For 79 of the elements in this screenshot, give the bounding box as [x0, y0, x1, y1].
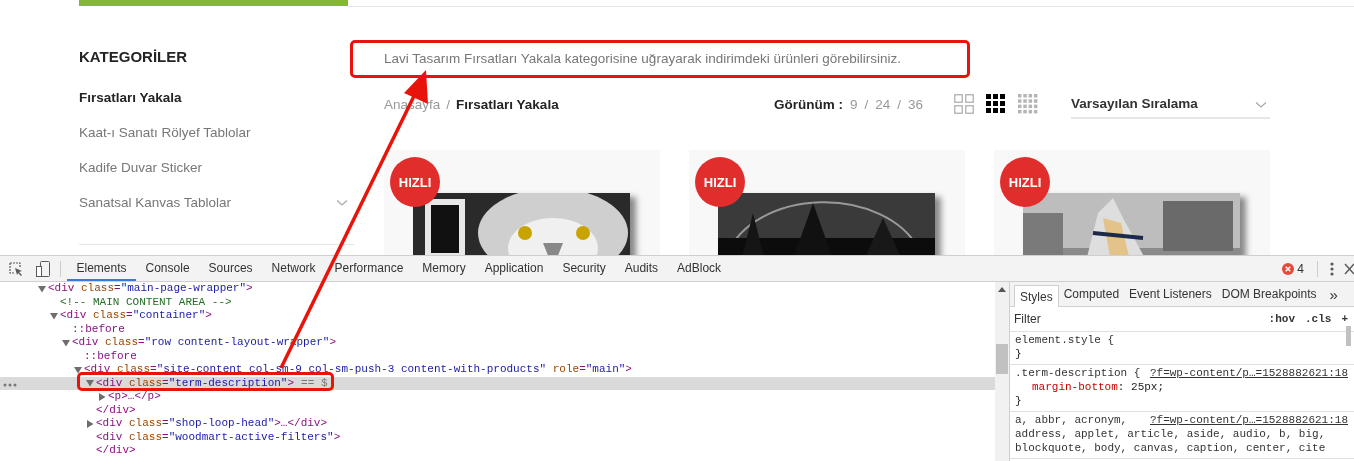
styles-tab[interactable]: Computed	[1058, 283, 1125, 305]
closing-brace: }	[1015, 394, 1023, 408]
css-declaration: margin-bottom: 25px;	[1031, 380, 1166, 394]
dom-node[interactable]: <div class="shop-loop-head">…</div>	[96, 417, 328, 431]
per-page-label: Görünüm :	[773, 96, 843, 112]
product-card[interactable]: HIZLI	[384, 150, 660, 255]
expanded-caret-icon[interactable]	[38, 284, 46, 293]
expanded-caret-icon[interactable]	[62, 338, 70, 347]
source-link[interactable]: ?f=wp-content/p…=1528882621:18	[1149, 413, 1348, 427]
category-link[interactable]: Kadife Duvar Sticker	[79, 160, 203, 175]
collapsed-caret-icon[interactable]	[98, 392, 106, 401]
product-badge: HIZLI	[695, 157, 745, 207]
devtools-tab[interactable]: Security	[552, 256, 616, 281]
more-options-icon[interactable]	[1330, 261, 1334, 276]
expanded-caret-icon[interactable]	[86, 379, 94, 388]
devtools-tab[interactable]: Sources	[199, 256, 263, 281]
sort-dropdown[interactable]: Varsayılan Sıralama	[1071, 89, 1270, 119]
more-tabs-button[interactable]: »	[1329, 285, 1338, 303]
dom-node[interactable]: ::before	[84, 349, 137, 363]
product-badge: HIZLI	[390, 157, 440, 207]
dom-node[interactable]: ::before	[72, 322, 125, 336]
dom-node[interactable]: <!-- MAIN CONTENT AREA -->	[60, 295, 232, 309]
css-selector: address, applet, article, aside, audio, b, big,	[1015, 427, 1326, 441]
styles-tab[interactable]: Event Listeners	[1124, 283, 1217, 305]
category-link[interactable]: Fırsatları Yakala	[79, 90, 182, 105]
devtools-tab[interactable]: Performance	[325, 256, 413, 281]
devtools-tab[interactable]: Audits	[615, 256, 668, 281]
css-selector: blockquote, body, canvas, caption, center, cite	[1015, 441, 1326, 455]
dom-node[interactable]: </div>	[96, 403, 136, 417]
dom-node[interactable]: <div class="container">	[60, 309, 212, 323]
filter-toggle[interactable]: :hov	[1268, 313, 1295, 325]
filter-toggle[interactable]: .cls	[1305, 313, 1332, 325]
dom-node[interactable]: <p>…</p>	[108, 390, 161, 404]
category-description: Lavi Tasarım Fırsatları Yakala kategorisine uğrayarak indirimdeki ürünleri görebilirsiniz.	[384, 50, 902, 68]
expanded-caret-icon[interactable]	[50, 311, 58, 320]
breadcrumb-current: Fırsatları Yakala	[456, 96, 559, 112]
collapsed-caret-icon[interactable]	[86, 419, 94, 428]
dom-node[interactable]: </div>	[96, 444, 136, 458]
devtools-tab[interactable]: AdBlock	[667, 256, 731, 281]
styles-tab[interactable]: Styles	[1014, 284, 1059, 307]
dom-node[interactable]: <div class="main-page-wrapper">	[48, 282, 253, 296]
grid-3x3-icon[interactable]	[986, 94, 1006, 114]
devtools-tab[interactable]: Network	[262, 256, 326, 281]
product-card[interactable]: HIZLI	[994, 150, 1270, 255]
device-icon[interactable]	[36, 260, 50, 277]
devtools-tab[interactable]: Console	[136, 256, 200, 281]
dom-node[interactable]: <div class="site-content col-sm-9 col-sm-push-3 content-with-products" role="main">	[84, 363, 632, 377]
scrollbar-thumb[interactable]	[996, 344, 1008, 374]
devtools-tab[interactable]: Application	[475, 256, 553, 281]
selected-node-marker: == $	[301, 376, 328, 390]
per-page-separator: /	[897, 96, 901, 112]
styles-tab[interactable]: DOM Breakpoints	[1216, 283, 1322, 305]
expanded-caret-icon[interactable]	[74, 365, 82, 374]
css-selector: element.style {	[1015, 333, 1115, 347]
scroll-up-icon[interactable]	[998, 287, 1006, 292]
error-count[interactable]: 4	[1297, 261, 1304, 276]
close-icon[interactable]	[1344, 262, 1354, 275]
css-selector: .term-description {	[1015, 366, 1141, 380]
source-link[interactable]: ?f=wp-content/p…=1528882621:18	[1149, 366, 1348, 380]
chevron-down-icon	[1255, 101, 1267, 109]
filter-field[interactable]: Filter	[1014, 312, 1259, 326]
scrollbar-thumb[interactable]	[1346, 326, 1351, 346]
category-link[interactable]: Kaat-ı Sanatı Rölyef Tablolar	[79, 125, 251, 140]
category-link[interactable]: Sanatsal Kanvas Tablolar	[79, 195, 232, 210]
filter-toggle[interactable]: +	[1341, 313, 1348, 325]
error-icon[interactable]	[1282, 262, 1295, 275]
dom-node[interactable]: <div class="woodmart-active-filters">	[96, 430, 341, 444]
product-badge: HIZLI	[1000, 157, 1050, 207]
more-icon[interactable]	[3, 382, 17, 387]
dom-node[interactable]: <div class="term-description">	[96, 376, 295, 390]
inspect-icon[interactable]	[9, 261, 23, 276]
css-selector: a, abbr, acronym,	[1015, 413, 1128, 427]
closing-brace: }	[1015, 347, 1023, 361]
sidebar-title: KATEGORİLER	[79, 47, 189, 67]
devtools-tab[interactable]: Elements	[67, 256, 137, 281]
breadcrumb-separator: /	[446, 96, 451, 112]
product-card[interactable]: HIZLI	[689, 150, 965, 255]
devtools-tab[interactable]: Memory	[412, 256, 476, 281]
per-page-separator: /	[864, 96, 869, 112]
